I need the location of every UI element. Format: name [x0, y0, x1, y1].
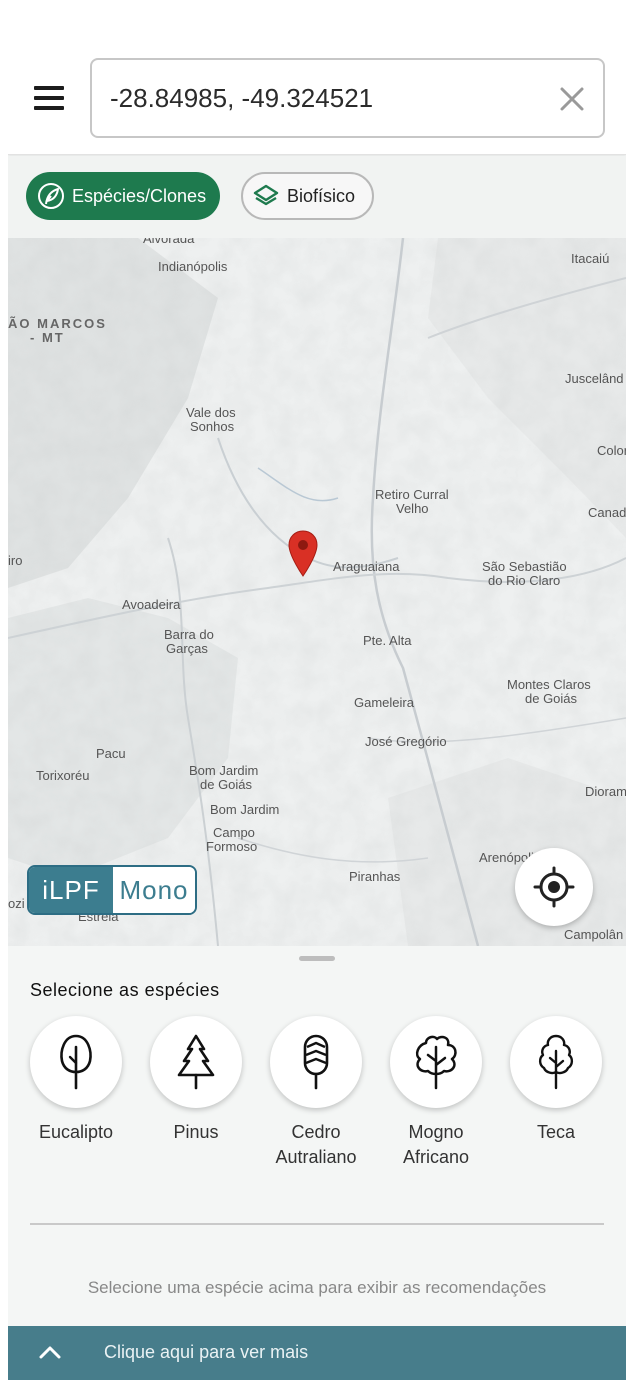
- map-label: Retiro Curral: [375, 487, 449, 502]
- map-label: Piranhas: [349, 869, 401, 884]
- chip-biophysical[interactable]: Biofísico: [241, 172, 374, 220]
- map-label: Garças: [166, 641, 208, 656]
- eucalyptus-tree-icon: [60, 1034, 92, 1090]
- map-label: Montes Claros: [507, 677, 591, 692]
- toggle-option-mono[interactable]: Mono: [113, 867, 195, 913]
- species-item-teca[interactable]: Teca: [510, 1016, 602, 1145]
- map-label: de Goiás: [525, 691, 578, 706]
- map-label: José Gregório: [365, 734, 447, 749]
- species-item-pinus[interactable]: Pinus: [150, 1016, 242, 1145]
- map-label: Araguaiana: [333, 559, 400, 574]
- hamburger-menu-icon[interactable]: [34, 86, 64, 110]
- species-label: Cedro: [291, 1122, 341, 1142]
- map-pin-icon[interactable]: [288, 530, 318, 578]
- species-label: Pinus: [173, 1122, 219, 1142]
- map-label: São Sebastião: [482, 559, 567, 574]
- map-label: Sonhos: [190, 419, 235, 434]
- map-label: Campolân: [564, 927, 624, 942]
- coordinate-search-input[interactable]: [110, 60, 540, 136]
- map-label: Color: [597, 443, 626, 458]
- map-label: Alvorada: [143, 238, 195, 246]
- map-label: ÃO MARCOS: [8, 316, 107, 331]
- see-more-label: Clique aqui para ver mais: [104, 1342, 309, 1362]
- species-item-eucalipto[interactable]: Eucalipto: [30, 1016, 122, 1145]
- layers-icon: [251, 181, 281, 211]
- map-label: Vale dos: [186, 405, 236, 420]
- species-item-mogno-africano[interactable]: Mogno Africano: [390, 1016, 482, 1170]
- species-item-cedro-australiano[interactable]: Cedro Autraliano: [270, 1016, 362, 1170]
- map-label: Itacaiú: [571, 251, 610, 266]
- map-label: iro: [8, 553, 23, 568]
- coordinate-search-box: [90, 58, 605, 138]
- map-view[interactable]: Alvorada Indianópolis Itacaiú ÃO MARCOS …: [8, 238, 626, 946]
- map-label: Juscelând: [565, 371, 624, 386]
- species-bottom-sheet: Selecione as espécies Eucalipto Pinus Ce…: [8, 946, 626, 1326]
- species-label: Africano: [402, 1147, 470, 1167]
- map-label: Bom Jardim: [210, 802, 280, 817]
- top-app-bar: [8, 36, 626, 155]
- chip-species-clones[interactable]: Espécies/Clones: [26, 172, 220, 220]
- map-label: Canad: [588, 505, 626, 520]
- map-label: Velho: [396, 501, 429, 516]
- my-location-icon[interactable]: [515, 848, 593, 926]
- cedar-tree-icon: [303, 1034, 329, 1090]
- chip-label: Espécies/Clones: [72, 185, 207, 206]
- sheet-title: Selecione as espécies: [30, 980, 220, 1000]
- map-label: ozi: [8, 896, 25, 911]
- species-label: Eucalipto: [38, 1122, 114, 1142]
- toggle-option-ilpf[interactable]: iLPF: [29, 867, 113, 913]
- map-label: de Goiás: [200, 777, 253, 792]
- see-more-bar[interactable]: Clique aqui para ver mais: [8, 1326, 626, 1380]
- mahogany-tree-icon: [415, 1035, 457, 1090]
- map-label: Formoso: [206, 839, 258, 854]
- map-label: Gameleira: [354, 695, 414, 710]
- sheet-divider: [30, 1223, 604, 1225]
- filter-chips: Espécies/Clones Biofísico: [8, 156, 626, 238]
- close-icon[interactable]: [559, 86, 585, 112]
- leaf-icon: [36, 181, 66, 211]
- map-label: Pte. Alta: [363, 633, 412, 648]
- map-label: Barra do: [164, 627, 214, 642]
- ilpf-mono-toggle: iLPF Mono: [27, 865, 197, 915]
- map-label: Campo: [213, 825, 255, 840]
- map-terrain: [8, 238, 626, 946]
- map-label: do Rio Claro: [488, 573, 561, 588]
- recommendation-hint: Selecione uma espécie acima para exibir …: [87, 1278, 547, 1297]
- pine-tree-icon: [177, 1034, 215, 1090]
- map-label: Bom Jardim: [189, 763, 259, 778]
- species-label: Teca: [536, 1122, 576, 1142]
- map-label: Pacu: [96, 746, 126, 761]
- sheet-drag-handle[interactable]: [299, 956, 335, 961]
- map-label: Dioram: [585, 784, 626, 799]
- map-label: - MT: [30, 330, 65, 345]
- map-label: Avoadeira: [122, 597, 181, 612]
- chip-label: Biofísico: [287, 185, 356, 206]
- teak-tree-icon: [538, 1034, 574, 1090]
- species-label: Autraliano: [275, 1147, 357, 1167]
- app-screen: Espécies/Clones Biofísico: [8, 36, 626, 1380]
- map-label: Indianópolis: [158, 259, 228, 274]
- species-label: Mogno: [408, 1122, 464, 1142]
- map-label: Torixoréu: [36, 768, 90, 783]
- chevron-up-icon: [38, 1340, 62, 1364]
